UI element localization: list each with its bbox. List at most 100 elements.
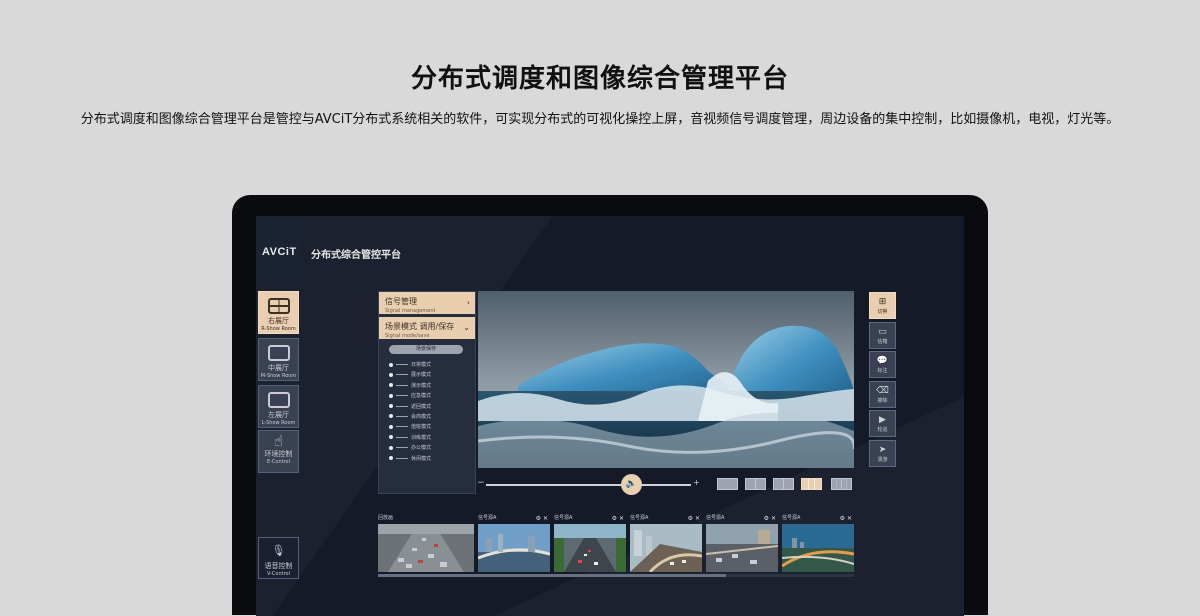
- right-switch-button[interactable]: ⊞ 切换: [869, 292, 896, 319]
- scene-list: 日常模式 展示模式 演示模式 应急模式 返回模式 会商模式 值班模式 训练模式 …: [389, 360, 469, 464]
- strip-header: 信号源A ⚙ ✕: [478, 514, 548, 523]
- nav-sublabel: L-Show Room: [261, 420, 296, 426]
- list-item[interactable]: 值班模式: [389, 422, 469, 432]
- right-mail-button[interactable]: ▭ 信箱: [869, 322, 896, 349]
- app-screen: AVCiT 分布式综合管控平台 右展厅 R-Show Room 中展厅 M-Sh…: [256, 216, 964, 616]
- signal-management-sublabel: Signal management: [385, 308, 436, 314]
- volume-decrease[interactable]: −: [477, 478, 485, 488]
- highway-image: [554, 524, 626, 572]
- list-item[interactable]: 应急模式: [389, 391, 469, 401]
- list-item[interactable]: 会商模式: [389, 412, 469, 422]
- thumbnail-source[interactable]: [782, 524, 854, 572]
- logo-box: AVCiT: [256, 216, 300, 284]
- right-button-label: 轮巡: [877, 427, 888, 433]
- thumbnail-source[interactable]: [478, 524, 550, 572]
- right-button-label: 擦除: [877, 398, 888, 404]
- volume-slider-knob[interactable]: 🔈: [621, 474, 642, 495]
- page-title: 分布式调度和图像综合管理平台: [410, 64, 789, 94]
- list-item[interactable]: 返回模式: [389, 402, 469, 412]
- nav-sublabel: R-Show Room: [261, 326, 296, 332]
- layout-4x4-button[interactable]: [831, 478, 852, 490]
- nav-middle-hall[interactable]: 中展厅 M-Show Room: [258, 338, 299, 381]
- screen-icon: [267, 392, 290, 408]
- eraser-icon: ⌫: [876, 386, 889, 396]
- scene-mode-sublabel: Signal mode/save: [385, 333, 430, 339]
- strip-header: 信号源A ⚙ ✕: [782, 514, 852, 523]
- nav-sublabel: M-Show Room: [260, 373, 297, 379]
- right-annotate-button[interactable]: 💬 标注: [869, 351, 896, 378]
- list-item[interactable]: 展示模式: [389, 370, 469, 380]
- strip-header: 信号源A ⚙ ✕: [630, 514, 700, 523]
- right-button-label: 切换: [877, 309, 888, 315]
- layout-3x3-button[interactable]: [801, 478, 822, 490]
- right-button-label: 漫游: [877, 457, 888, 463]
- nav-label: 环境控制: [264, 450, 293, 458]
- night-interchange-image: [782, 524, 854, 572]
- speaker-icon: 🔈: [625, 479, 638, 489]
- comment-icon: 💬: [876, 356, 889, 366]
- iceberg-image: [478, 291, 854, 468]
- list-item[interactable]: 办公模式: [389, 443, 469, 453]
- strip-controls-icon[interactable]: ⚙ ✕: [688, 514, 700, 523]
- hand-icon: ☝: [273, 432, 284, 450]
- layout-1x1-button[interactable]: [717, 478, 738, 490]
- thumbnail-source[interactable]: [706, 524, 778, 572]
- thumbnail-source[interactable]: [630, 524, 702, 572]
- volume-increase[interactable]: +: [693, 478, 700, 487]
- list-item[interactable]: 休闲模式: [389, 454, 469, 464]
- list-item[interactable]: 演示模式: [389, 381, 469, 391]
- right-button-label: 信箱: [877, 339, 888, 345]
- right-button-label: 标注: [877, 368, 888, 374]
- chevron-down-icon: ⌄: [463, 323, 470, 332]
- nav-environment-control[interactable]: ☝ 环境控制 E-Control: [258, 430, 299, 473]
- strip-scrollbar[interactable]: [378, 574, 854, 577]
- app-title: 分布式综合管控平台: [311, 250, 401, 261]
- signal-management-item[interactable]: 信号管理 Signal management ›: [379, 292, 475, 314]
- screen-icon: [267, 345, 290, 361]
- main-video-preview[interactable]: [478, 291, 854, 468]
- strip-scrollbar-thumb[interactable]: [378, 574, 726, 577]
- nav-label: 左展厅: [268, 411, 289, 419]
- voice-sublabel: V-Control: [266, 571, 290, 577]
- right-roam-button[interactable]: ➤ 漫游: [869, 440, 896, 467]
- nav-label: 中展厅: [268, 364, 289, 372]
- card-icon: ▭: [878, 327, 887, 337]
- strip-controls-icon[interactable]: ⚙ ✕: [612, 514, 624, 523]
- screen-grid-icon: [267, 298, 290, 314]
- app-topbar: AVCiT 分布式综合管控平台: [256, 216, 964, 284]
- strip-controls-icon[interactable]: ⚙ ✕: [764, 514, 776, 523]
- signal-management-label: 信号管理: [385, 297, 417, 306]
- strip-controls-icon[interactable]: ⚙ ✕: [536, 514, 548, 523]
- right-patrol-button[interactable]: ▶ 轮巡: [869, 410, 896, 437]
- microphone-icon: 🎙: [271, 544, 286, 557]
- nav-left-hall[interactable]: 左展厅 L-Show Room: [258, 385, 299, 428]
- voice-label: 语音控制: [264, 562, 293, 570]
- voice-control-button[interactable]: 🎙 语音控制 V-Control: [258, 537, 299, 579]
- layout-1x2-button[interactable]: [745, 478, 766, 490]
- scene-mode-label: 场景模式 调用/保存: [385, 322, 455, 331]
- strip-controls-icon[interactable]: ⚙ ✕: [840, 514, 852, 523]
- list-item[interactable]: 日常模式: [389, 360, 469, 370]
- chevron-right-icon: ›: [466, 298, 470, 307]
- layout-2x2-button[interactable]: [773, 478, 794, 490]
- scene-panel: 信号管理 Signal management › 场景模式 调用/保存 Sign…: [378, 291, 476, 494]
- right-erase-button[interactable]: ⌫ 擦除: [869, 381, 896, 408]
- volume-slider-track[interactable]: [486, 484, 691, 486]
- thumbnail-source[interactable]: [554, 524, 626, 572]
- strip-header: 信号源A ⚙ ✕: [554, 514, 624, 523]
- thumbnail-playback[interactable]: [378, 524, 474, 572]
- nav-right-hall[interactable]: 右展厅 R-Show Room: [258, 291, 299, 334]
- play-icon: ▶: [879, 415, 886, 425]
- page-description: 分布式调度和图像综合管理平台是管控与AVCiT分布式系统相关的软件，可实现分布式…: [80, 112, 1120, 127]
- traffic-image: [378, 524, 474, 572]
- strip-header: 回放画: [378, 515, 394, 521]
- scene-mode-item[interactable]: 场景模式 调用/保存 Signal mode/save ⌄: [379, 317, 475, 339]
- list-item[interactable]: 训练模式: [389, 433, 469, 443]
- scene-save-button[interactable]: 场景保存: [389, 345, 463, 354]
- nav-sublabel: E-Control: [266, 459, 291, 465]
- app-logo: AVCiT: [262, 246, 297, 258]
- monitor-frame: AVCiT 分布式综合管控平台 右展厅 R-Show Room 中展厅 M-Sh…: [232, 195, 988, 616]
- nav-label: 右展厅: [268, 317, 289, 325]
- send-icon: ➤: [878, 445, 887, 455]
- strip-header: 信号源A ⚙ ✕: [706, 514, 776, 523]
